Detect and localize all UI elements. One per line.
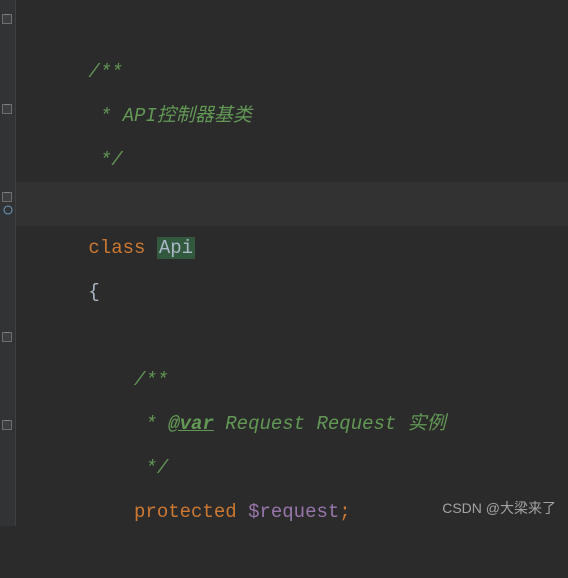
code-line: /**: [16, 6, 568, 50]
code-content[interactable]: /** * API控制器基类 */ 24 继承者 class Api { /**…: [16, 0, 568, 526]
editor-gutter: [0, 0, 16, 526]
code-line: */: [16, 94, 568, 138]
fold-icon[interactable]: [2, 332, 12, 342]
gutter-marker[interactable]: [2, 204, 14, 216]
code-line: /**: [16, 314, 568, 358]
code-line-active: class Api: [16, 182, 568, 226]
fold-icon[interactable]: [2, 192, 12, 202]
code-line-empty: [16, 270, 568, 314]
watermark-text: CSDN @大梁来了: [442, 498, 556, 518]
variable-name: $request: [248, 501, 339, 523]
inheritor-hint[interactable]: 24 继承者: [16, 138, 568, 182]
code-line: * API控制器基类: [16, 50, 568, 94]
code-line: */: [16, 402, 568, 446]
code-line: protected $request;: [16, 446, 568, 490]
fold-icon[interactable]: [2, 104, 12, 114]
semicolon: ;: [339, 501, 350, 523]
code-line: {: [16, 226, 568, 270]
fold-icon[interactable]: [2, 14, 12, 24]
code-editor: /** * API控制器基类 */ 24 继承者 class Api { /**…: [0, 0, 568, 526]
code-line: * @var Request Request 实例: [16, 358, 568, 402]
keyword-protected: protected: [134, 501, 237, 523]
fold-icon[interactable]: [2, 420, 12, 430]
